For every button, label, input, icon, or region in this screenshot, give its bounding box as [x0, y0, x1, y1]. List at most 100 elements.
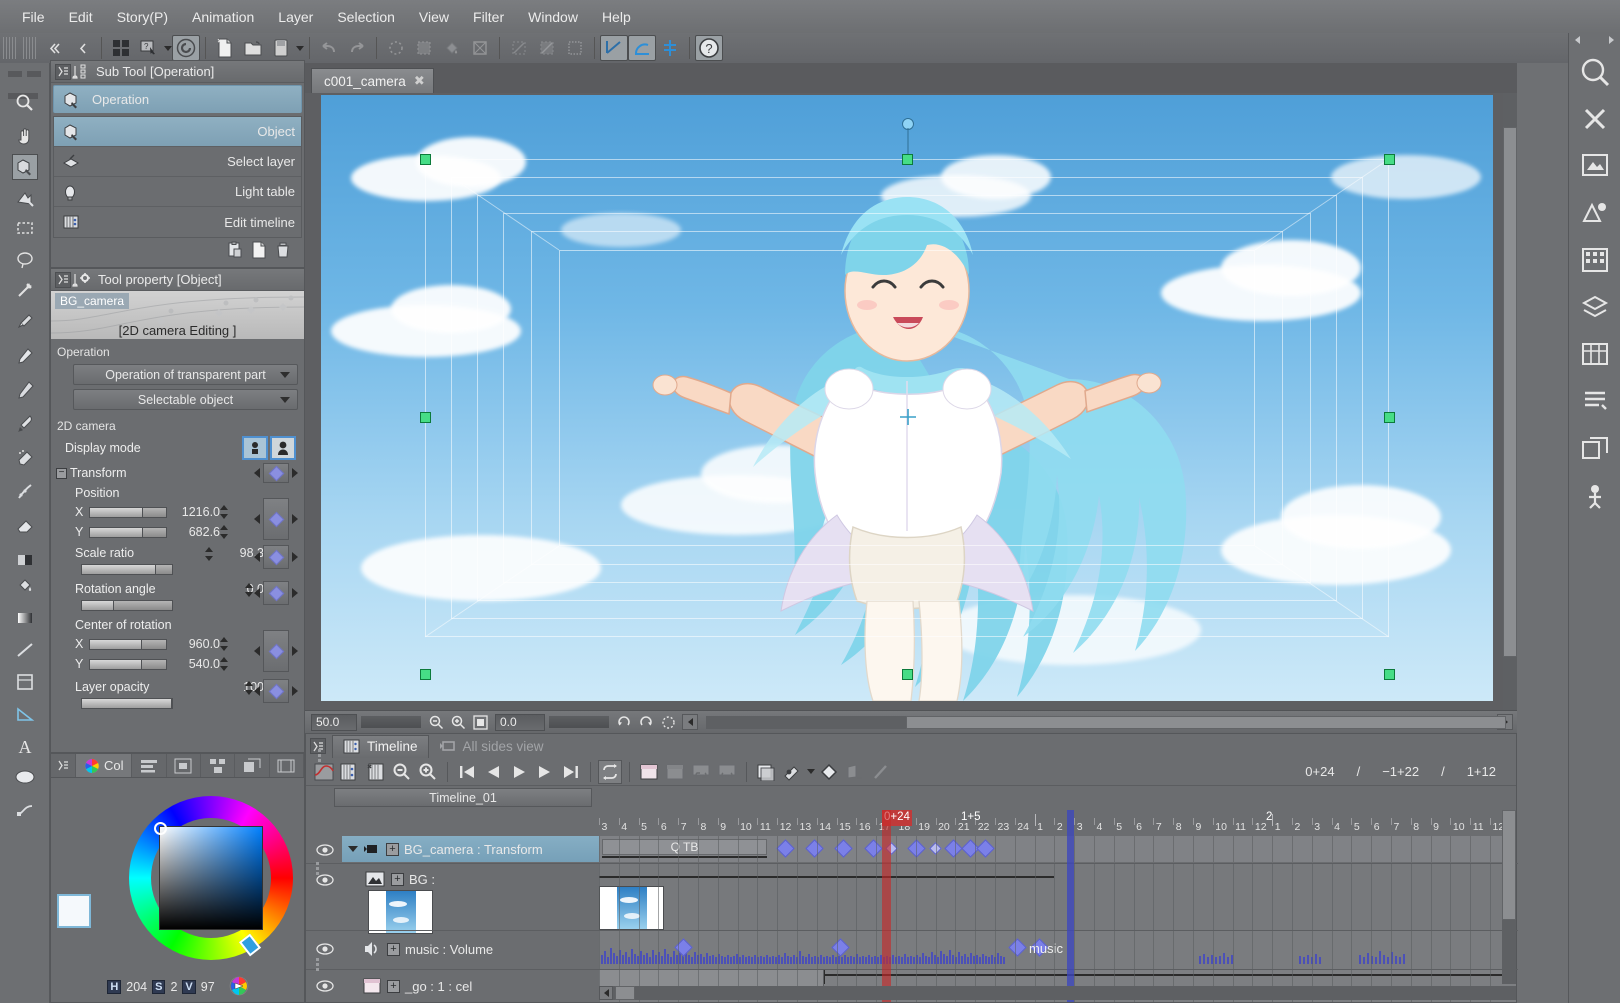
- tool-fill[interactable]: [0, 571, 50, 601]
- timeline-left-grip[interactable]: [310, 838, 324, 898]
- magnifier-icon[interactable]: [12, 90, 38, 116]
- interpolation-icon[interactable]: [843, 760, 867, 784]
- chevron-down-icon[interactable]: [280, 371, 290, 378]
- fit-screen-icon[interactable]: [469, 713, 491, 732]
- auto-select-icon[interactable]: [12, 277, 38, 303]
- dock-grip-left[interactable]: [312, 740, 326, 770]
- tool-text[interactable]: A: [0, 731, 50, 761]
- handle-bottom-left[interactable]: [420, 669, 431, 680]
- tool-pen[interactable]: [0, 341, 50, 371]
- handle-bottom-center[interactable]: [902, 669, 913, 680]
- timeline-left-grip-2[interactable]: [310, 934, 324, 994]
- menu-item-view[interactable]: View: [407, 5, 461, 29]
- sub-tool-item-object[interactable]: Object: [54, 117, 301, 147]
- pencil-icon[interactable]: [12, 377, 38, 403]
- decoration-icon[interactable]: [12, 479, 38, 505]
- fill-icon[interactable]: [438, 35, 466, 61]
- center-next-key-icon[interactable]: [292, 646, 298, 656]
- tool-operation[interactable]: [0, 151, 50, 183]
- canvas-vscroll-thumb[interactable]: [1503, 127, 1517, 657]
- timeline-vscroll-thumb[interactable]: [1502, 810, 1516, 920]
- keyframe-icon[interactable]: [817, 760, 841, 784]
- figure-icon[interactable]: [12, 637, 38, 663]
- timeline-end-frame[interactable]: 1+12: [1467, 764, 1496, 779]
- canvas-scroll-left-button[interactable]: [682, 714, 698, 730]
- tool-correct-line[interactable]: [0, 795, 50, 825]
- tab-color-wheel[interactable]: Col: [76, 754, 133, 777]
- track-thumbnail[interactable]: [599, 886, 664, 930]
- sub-tool-item-light-table[interactable]: Light table: [54, 177, 301, 207]
- scale-key-button[interactable]: [263, 545, 289, 569]
- center-x-stepper[interactable]: [220, 637, 229, 651]
- lasso-icon[interactable]: [12, 247, 38, 273]
- scale-prev-key-icon[interactable]: [254, 552, 260, 562]
- new-file-icon[interactable]: [211, 35, 239, 61]
- display-mode-full-button[interactable]: [270, 436, 296, 460]
- correct-line-icon[interactable]: [12, 797, 38, 823]
- layer-name-bg-camera[interactable]: + BG_camera : Transform: [342, 836, 600, 862]
- document-tab[interactable]: c001_camera ✖: [311, 68, 434, 93]
- tab-color-history[interactable]: [200, 754, 236, 777]
- gradient-icon[interactable]: [533, 35, 561, 61]
- sub-tool-header-operation[interactable]: Operation: [53, 85, 302, 113]
- grid-icon[interactable]: [107, 35, 135, 61]
- center-y-value[interactable]: 540.0: [170, 657, 220, 671]
- perspective-snap-icon[interactable]: [628, 35, 656, 61]
- light-table-toolbar-icon[interactable]: [780, 760, 804, 784]
- tool-brush[interactable]: [0, 409, 50, 439]
- position-x-value[interactable]: 1216.0: [170, 505, 220, 519]
- clip-studio-icon[interactable]: [172, 35, 200, 61]
- tool-hand[interactable]: [0, 121, 50, 151]
- keyframe-diamond[interactable]: [976, 839, 995, 858]
- tab-sub-view[interactable]: [235, 754, 270, 777]
- timeline-hscroll-thumb[interactable]: [615, 986, 635, 1000]
- animation-icon[interactable]: [1573, 473, 1617, 517]
- light-table-caret-icon[interactable]: [807, 769, 815, 774]
- transform-prev-key-icon[interactable]: [254, 468, 260, 478]
- move-layer-icon[interactable]: [12, 185, 38, 211]
- tool-frame-border[interactable]: [0, 667, 50, 697]
- pen-icon[interactable]: [12, 343, 38, 369]
- save-dropdown-caret-icon[interactable]: [296, 45, 304, 51]
- foreground-color-swatch[interactable]: [57, 894, 91, 928]
- opacity-stepper[interactable]: [245, 681, 254, 695]
- hue-value[interactable]: 204: [126, 980, 147, 994]
- tool-balloon[interactable]: [0, 763, 50, 793]
- handle-bottom-right[interactable]: [1384, 669, 1395, 680]
- timeline-vscrollbar[interactable]: [1502, 810, 1516, 984]
- menu-item-selection[interactable]: Selection: [325, 5, 407, 29]
- frame-border-icon[interactable]: [12, 669, 38, 695]
- timeline-zoom-out-icon[interactable]: [390, 760, 414, 784]
- rotation-value-field[interactable]: 0.0: [495, 713, 545, 731]
- panel-menu-icon[interactable]: [55, 63, 71, 80]
- help-icon[interactable]: ?: [695, 35, 723, 61]
- color-wheel[interactable]: [129, 796, 293, 960]
- menu-item-layer[interactable]: Layer: [266, 5, 325, 29]
- zoom-value-field[interactable]: 50.0: [311, 713, 357, 731]
- menu-item-window[interactable]: Window: [516, 5, 590, 29]
- save-icon[interactable]: [267, 35, 295, 61]
- canvas-hscroll-thumb[interactable]: [906, 715, 1506, 729]
- canvas-vscrollbar[interactable]: [1503, 93, 1517, 710]
- track-bg-camera[interactable]: Q TB: [599, 836, 1516, 862]
- timeline-scroll-left-button[interactable]: [599, 986, 613, 1000]
- eraser-icon[interactable]: [12, 513, 38, 539]
- tool-gradient[interactable]: [0, 603, 50, 633]
- menu-item-story[interactable]: Story(P): [105, 5, 180, 29]
- menu-item-file[interactable]: File: [10, 5, 57, 29]
- expand-triangle-icon[interactable]: [348, 846, 358, 852]
- tab-timeline[interactable]: Timeline: [332, 734, 429, 758]
- eyedropper-icon[interactable]: [12, 309, 38, 335]
- center-of-rotation-icon[interactable]: [899, 408, 917, 426]
- center-prev-key-icon[interactable]: [254, 646, 260, 656]
- rotation-prev-key-icon[interactable]: [254, 588, 260, 598]
- selectable-object-combo[interactable]: Selectable object: [73, 389, 298, 410]
- position-y-slider[interactable]: [89, 526, 167, 538]
- keyframe-diamond[interactable]: [776, 839, 795, 858]
- unlink-cel-icon[interactable]: [715, 760, 739, 784]
- timeline-zoom-in-icon[interactable]: [416, 760, 440, 784]
- tool-marquee[interactable]: [0, 213, 50, 243]
- track-bg[interactable]: [599, 864, 1516, 930]
- handle-top-left[interactable]: [420, 154, 431, 165]
- handle-top-center[interactable]: [902, 154, 913, 165]
